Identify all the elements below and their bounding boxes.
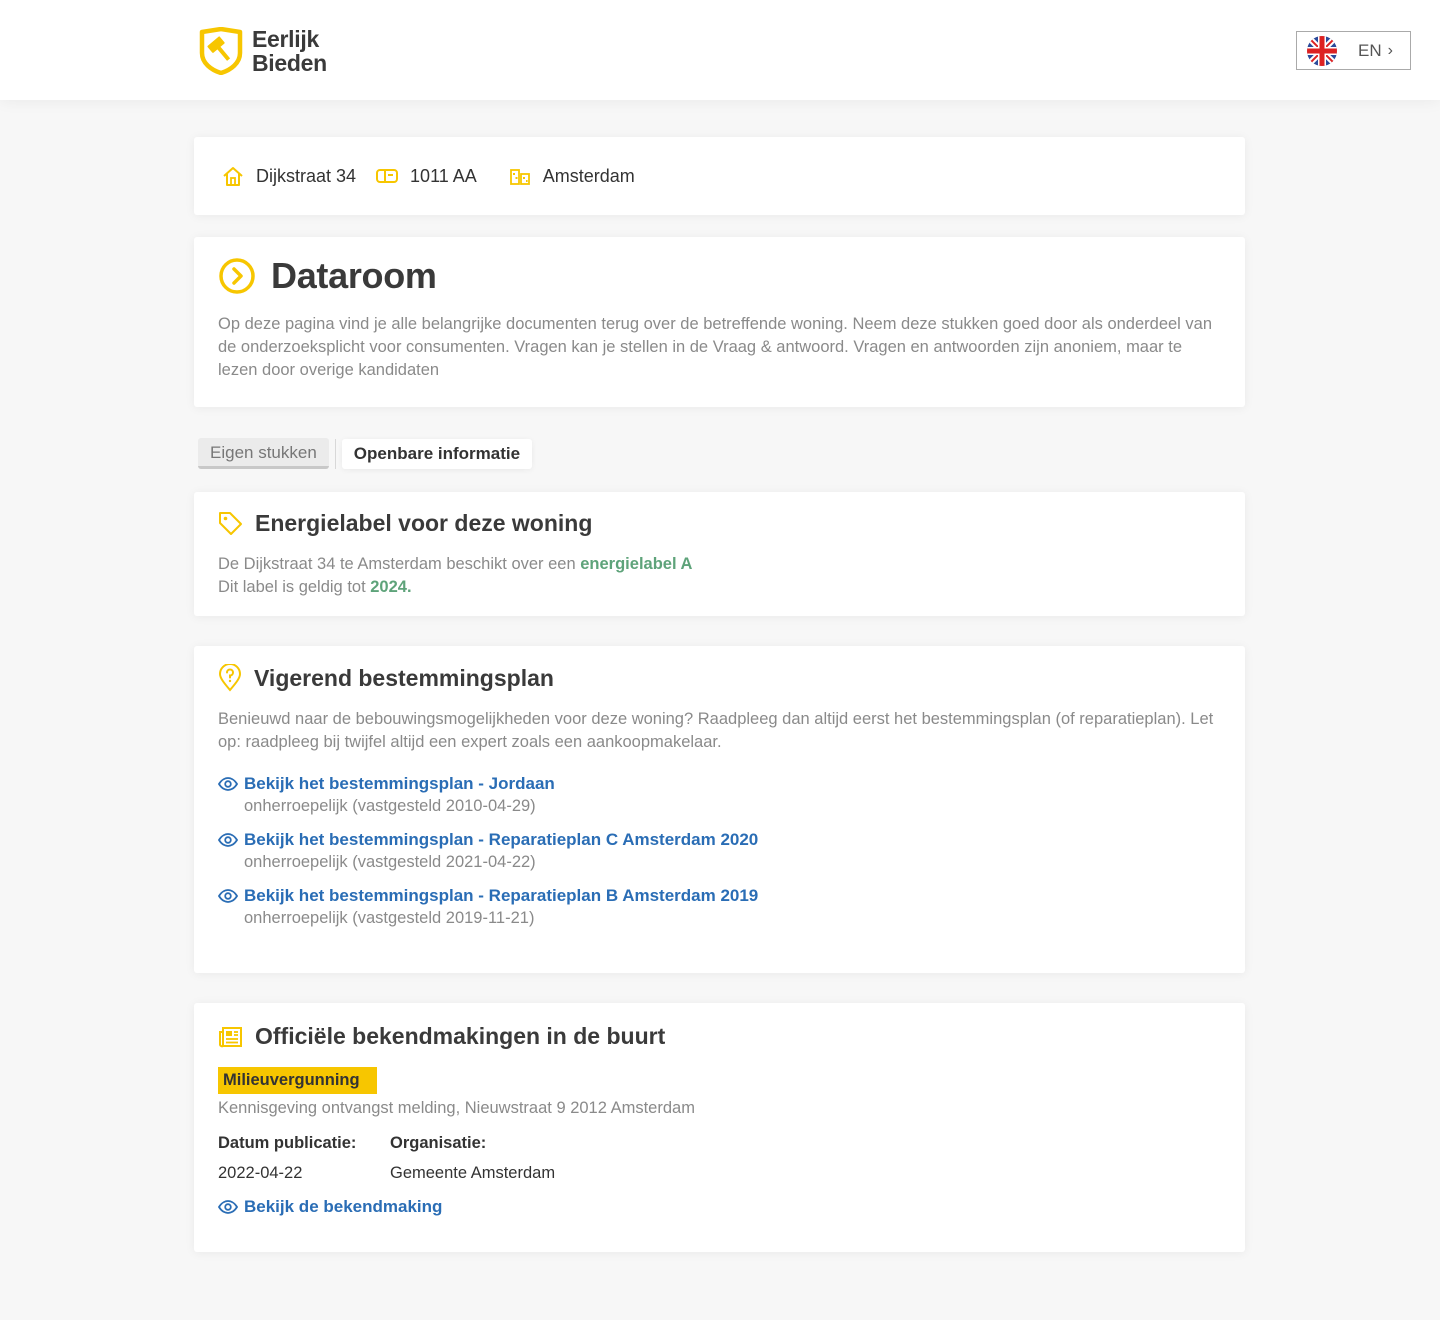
city-text: Amsterdam: [542, 165, 635, 186]
date-label: Datum publicatie:: [218, 1134, 357, 1152]
zoning-intro: Benieuwd naar de bebouwingsmogelijkheden…: [218, 710, 1214, 751]
notice-description: Kennisgeving ontvangst melding, Nieuwstr…: [218, 1099, 695, 1117]
list-item: Bekijk het bestemmingsplan - Jordaan onh…: [218, 774, 1221, 816]
energy-line-1: De Dijkstraat 34 te Amsterdam beschikt o…: [218, 555, 693, 573]
zoning-plan-status: onherroepelijk (vastgesteld 2010-04-29): [244, 797, 536, 815]
list-item: Bekijk het bestemmingsplan - Reparatiepl…: [218, 830, 1221, 872]
address-card: Dijkstraat 34 1011 AA Amsterdam: [194, 137, 1245, 215]
map-pin-question-icon: [218, 664, 242, 692]
buildings-icon: [509, 169, 530, 185]
date-value: 2022-04-22: [218, 1164, 303, 1182]
gavel-shield-icon: [199, 27, 243, 75]
mailbox-icon: [376, 169, 399, 183]
official-notices-card: Officiële bekendmakingen in de buurt Mil…: [194, 1003, 1245, 1252]
uk-flag-icon: [1307, 35, 1337, 66]
page-title: Dataroom: [271, 255, 437, 296]
tab-openbare-informatie[interactable]: Openbare informatie: [341, 438, 533, 469]
energy-line-2: Dit label is geldig tot 2024.: [218, 578, 412, 596]
zoning-plan-status: onherroepelijk (vastgesteld 2019-11-21): [244, 909, 535, 927]
zoning-plan-status: onherroepelijk (vastgesteld 2021-04-22): [244, 853, 536, 871]
language-switch-button[interactable]: EN ›: [1296, 31, 1411, 70]
notice-meta: Datum publicatie: 2022-04-22 Organisatie…: [218, 1134, 1221, 1183]
notices-title: Officiële bekendmakingen in de buurt: [255, 1023, 666, 1049]
brand-line1: Eerlijk: [252, 26, 319, 52]
list-item: Bekijk het bestemmingsplan - Reparatiepl…: [218, 886, 1221, 928]
eye-icon: [218, 833, 238, 847]
top-header: Eerlijk Bieden EN ›: [0, 0, 1440, 100]
organisation-value: Gemeente Amsterdam: [390, 1164, 556, 1182]
chevron-right-icon: ›: [1387, 41, 1393, 59]
street-text: Dijkstraat 34: [256, 165, 357, 186]
energy-label-card: Energielabel voor deze woning De Dijkstr…: [194, 492, 1245, 616]
brand-line2: Bieden: [252, 50, 327, 76]
energy-valid-until: 2024.: [370, 578, 412, 596]
view-notice-link[interactable]: Bekijk de bekendmaking: [218, 1197, 1221, 1217]
zoning-plan-link[interactable]: Bekijk het bestemmingsplan - Reparatiepl…: [218, 830, 1221, 850]
zoning-plan-link[interactable]: Bekijk het bestemmingsplan - Jordaan: [218, 774, 1221, 794]
brand-logo[interactable]: Eerlijk Bieden: [198, 26, 327, 76]
language-code: EN: [1358, 40, 1382, 60]
eye-icon: [218, 777, 238, 791]
organisation-label: Organisatie:: [390, 1134, 487, 1152]
zoning-plan-card: Vigerend bestemmingsplan Benieuwd naar d…: [194, 646, 1245, 973]
document-tabs: Eigen stukken Openbare informatie: [198, 438, 533, 469]
tab-divider: [334, 438, 336, 469]
chevron-circle-icon: [219, 258, 255, 294]
eye-icon: [218, 1200, 238, 1214]
address-street: Dijkstraat 34: [222, 165, 356, 187]
newspaper-icon: [219, 1026, 242, 1047]
address-postcode: 1011 AA: [376, 166, 477, 187]
dataroom-card: Dataroom Op deze pagina vind je alle bel…: [194, 237, 1245, 407]
dataroom-intro: Op deze pagina vind je alle belangrijke …: [218, 315, 1213, 379]
zoning-plan-link[interactable]: Bekijk het bestemmingsplan - Reparatiepl…: [218, 886, 1221, 906]
tag-icon: [219, 512, 242, 535]
zoning-plan-list: Bekijk het bestemmingsplan - Jordaan onh…: [218, 774, 1221, 928]
eye-icon: [218, 889, 238, 903]
tab-eigen-stukken[interactable]: Eigen stukken: [198, 438, 329, 469]
postcode-text: 1011 AA: [410, 165, 477, 186]
house-icon: [223, 167, 243, 186]
energy-label-value: energielabel A: [580, 555, 693, 573]
notice-category-badge: Milieuvergunning: [218, 1067, 377, 1094]
zoning-title: Vigerend bestemmingsplan: [254, 664, 554, 691]
address-city: Amsterdam: [509, 166, 635, 187]
energy-title: Energielabel voor deze woning: [255, 510, 593, 536]
